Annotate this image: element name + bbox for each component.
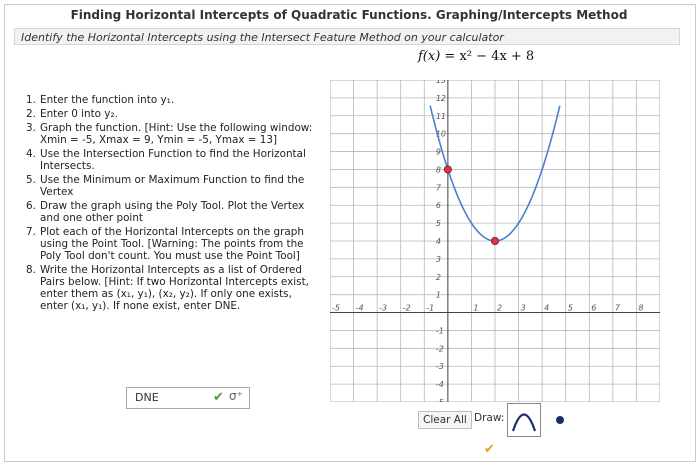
- page-title: Finding Horizontal Intercepts of Quadrat…: [70, 8, 628, 22]
- step-text: Use the Intersection Function to find th…: [40, 148, 306, 172]
- y-tick-label: 1: [436, 291, 441, 300]
- step-item: 2. Enter 0 into y₂.: [26, 108, 322, 120]
- step-item: 7. Plot each of the Horizontal Intercepts…: [26, 226, 322, 262]
- step-text: Draw the graph using the Poly Tool. Plot…: [40, 200, 305, 224]
- y-tick-label: -2: [436, 344, 444, 353]
- step-text: Use the Minimum or Maximum Function to f…: [40, 174, 305, 198]
- formula-equals: =: [440, 49, 460, 64]
- plotted-point: [443, 165, 452, 174]
- instruction-bar: Identify the Horizontal Intercepts using…: [14, 28, 680, 45]
- y-tick-label: -4: [436, 380, 444, 389]
- x-tick-label: 4: [544, 304, 549, 313]
- step-number: 6.: [26, 200, 36, 212]
- y-tick-label: 2: [436, 273, 441, 282]
- x-tick-label: 6: [591, 304, 596, 313]
- step-text: Plot each of the Horizontal Intercepts o…: [40, 226, 304, 262]
- x-tick-label: 3: [521, 304, 526, 313]
- y-tick-label: 13: [436, 80, 446, 85]
- formula-lhs: f(x): [418, 49, 441, 64]
- draw-label: Draw:: [474, 412, 505, 424]
- y-tick-label: 8: [436, 165, 441, 174]
- step-item: 3. Graph the function. [Hint: Use the fol…: [26, 122, 322, 146]
- y-tick-label: 6: [436, 201, 441, 210]
- step-item: 6. Draw the graph using the Poly Tool. Pl…: [26, 200, 322, 224]
- x-tick-label: -1: [426, 304, 434, 313]
- parabola-tool-button[interactable]: [507, 403, 541, 437]
- y-tick-label: -3: [436, 362, 444, 371]
- y-tick-label: 5: [436, 219, 441, 228]
- step-number: 1.: [26, 94, 36, 106]
- y-tick-label: 12: [436, 94, 446, 103]
- step-number: 2.: [26, 108, 36, 120]
- plotted-point: [490, 236, 499, 245]
- answer-value: DNE: [135, 391, 159, 404]
- answer-input[interactable]: DNE ✔ σ⁺: [126, 387, 250, 409]
- step-number: 5.: [26, 174, 36, 186]
- step-item: 5. Use the Minimum or Maximum Function to…: [26, 174, 322, 198]
- check-icon: ✔: [213, 390, 224, 405]
- step-item: 8. Write the Horizontal Intercepts as a l…: [26, 264, 322, 312]
- y-tick-label: -1: [436, 326, 444, 335]
- steps-list: 1. Enter the function into y₁. 2. Enter 0 …: [26, 94, 322, 314]
- function-formula: f(x) = x² − 4x + 8: [418, 49, 534, 64]
- x-tick-label: 5: [568, 304, 573, 313]
- x-tick-label: -4: [356, 304, 364, 313]
- step-number: 7.: [26, 226, 36, 238]
- graph-canvas[interactable]: -5-4-3-2-112345678913121110987654321-1-2…: [330, 80, 660, 402]
- point-tool-button[interactable]: [556, 416, 564, 424]
- x-tick-label: -3: [379, 304, 387, 313]
- step-item: 4. Use the Intersection Function to find …: [26, 148, 322, 172]
- y-tick-label: 9: [436, 148, 441, 157]
- step-text: Graph the function. [Hint: Use the follo…: [40, 122, 313, 146]
- x-tick-label: 8: [638, 304, 643, 313]
- step-number: 8.: [26, 264, 36, 276]
- x-tick-label: 2: [497, 304, 502, 313]
- graph-toolbar: Clear All Draw:: [410, 402, 590, 442]
- y-tick-label: 3: [436, 255, 441, 264]
- y-tick-label: 11: [436, 112, 446, 121]
- step-text: Enter 0 into y₂.: [40, 108, 118, 120]
- step-text: Enter the function into y₁.: [40, 94, 175, 106]
- clear-all-button[interactable]: Clear All: [418, 411, 472, 429]
- formula-rhs: x² − 4x + 8: [459, 49, 535, 64]
- step-item: 1. Enter the function into y₁.: [26, 94, 322, 106]
- x-tick-label: 1: [473, 304, 478, 313]
- step-number: 3.: [26, 122, 36, 134]
- check-icon: ✔: [484, 442, 495, 457]
- key-icon[interactable]: σ⁺: [229, 389, 243, 403]
- step-number: 4.: [26, 148, 36, 160]
- parabola-icon: [511, 413, 537, 432]
- x-tick-label: -2: [403, 304, 411, 313]
- step-text: Write the Horizontal Intercepts as a lis…: [40, 264, 309, 312]
- x-tick-label: -5: [332, 304, 340, 313]
- y-tick-label: 4: [436, 237, 441, 246]
